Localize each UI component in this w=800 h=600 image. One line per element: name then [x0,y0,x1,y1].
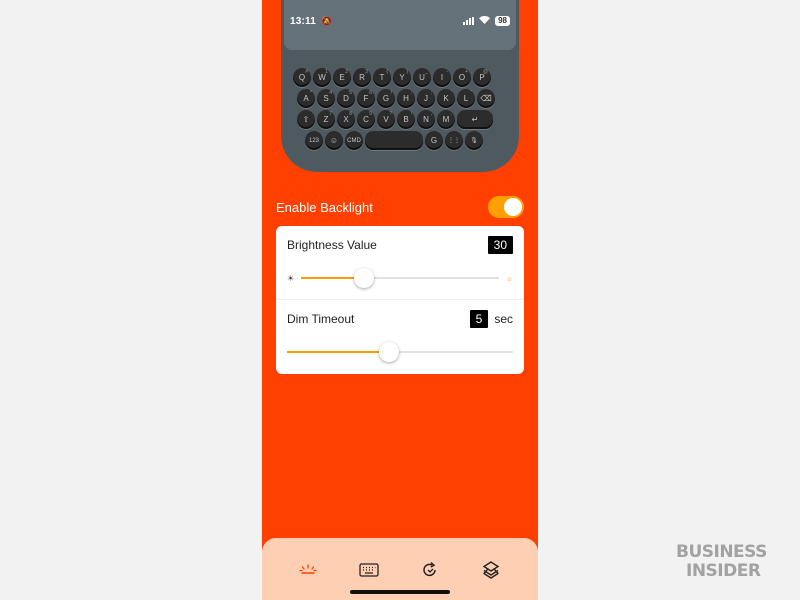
enable-backlight-label: Enable Backlight [276,199,373,215]
key-c[interactable]: C9 [357,110,375,129]
backlight-icon[interactable] [296,558,320,582]
dim-timeout-slider-thumb[interactable] [378,342,399,362]
dim-timeout-slider-fill [287,351,389,353]
keyboard-device: 13:11 🔕 98 Q # W 1 E 2 R 3 T(Y) U _ I - O + P @ A * S 4 D 5 F 6 G… [281,0,519,172]
key-a[interactable]: A * [297,89,315,108]
key-g[interactable]: G [425,131,443,150]
brightness-title: Brightness Value [287,238,377,252]
device-screen: 13:11 🔕 98 [284,0,516,50]
bottom-tab-bar [262,538,538,600]
key-e[interactable]: E2 [333,68,351,87]
key-v[interactable]: V? [377,110,395,129]
key-i[interactable]: I- [433,68,451,87]
key-g[interactable]: G / [377,89,395,108]
keyboard-row: ⇧ Z 7 X 8 C 9 V? B! N, M. ↵ [293,110,507,129]
key-⇧[interactable]: ⇧ [297,110,315,129]
key-⌫[interactable]: ⌫ [477,89,495,108]
sun-dim-icon: ☀ [287,273,295,283]
brightness-slider-thumb[interactable] [354,268,375,288]
key-⋮⋮[interactable]: ⋮⋮ [445,131,463,150]
cellular-signal-icon [463,17,475,25]
dim-timeout-slider[interactable] [287,342,513,362]
refresh-icon[interactable] [418,558,442,582]
key-🎙[interactable]: 🎙 [465,131,483,150]
key-j[interactable]: J; [417,89,435,108]
backlight-settings-card: Brightness Value 30 ☀ ☼ Dim Timeout 5 se… [276,226,524,374]
dim-timeout-unit: sec [494,312,513,326]
keyboard-row: 123 ☺ CMD G ⋮⋮ 🎙 [293,131,507,150]
status-bar: 13:11 🔕 98 [284,13,516,29]
phone-screen: 13:11 🔕 98 Q # W 1 E 2 R 3 T(Y) U _ I - O + P @ A * S 4 D 5 F 6 G… [262,0,538,600]
wifi-icon [479,16,491,26]
logo-line-1: BUSINESS [676,542,767,562]
brightness-value[interactable]: 30 [487,236,513,254]
key-d[interactable]: D5 [337,89,355,108]
key-u[interactable]: U _ [413,68,431,87]
key-z[interactable]: Z7 [317,110,335,129]
mute-bell-icon: 🔕 [321,15,333,26]
key-s[interactable]: S4 [317,89,335,108]
key-x[interactable]: X8 [337,110,355,129]
key-↵[interactable]: ↵ [457,110,493,129]
brightness-section: Brightness Value 30 ☀ ☼ [276,226,524,300]
key-r[interactable]: R3 [353,68,371,87]
toggle-knob [504,198,522,216]
key-b[interactable]: B! [397,110,415,129]
key-cmd[interactable]: CMD [345,131,363,150]
physical-keyboard: Q # W 1 E 2 R 3 T(Y) U _ I - O + P @ A * S 4 D 5 F 6 G / H: J; K ' L " ⌫ ⇧… [293,68,507,152]
keyboard-row: A * S 4 D 5 F 6 G / H: J; K ' L " ⌫ [293,89,507,108]
key-m[interactable]: M. [437,110,455,129]
key-w[interactable]: W1 [313,68,331,87]
status-time: 13:11 [290,15,317,27]
key-q[interactable]: Q # [293,68,311,87]
key-k[interactable]: K ' [437,89,455,108]
battery-indicator: 98 [495,16,510,26]
key-l[interactable]: L " [457,89,475,108]
enable-backlight-row: Enable Backlight [276,196,524,218]
key-p[interactable]: P @ [473,68,491,87]
shortcuts-icon[interactable] [479,558,503,582]
key-space[interactable] [365,131,423,150]
home-indicator [350,590,450,594]
logo-line-2: INSIDER [686,561,761,581]
key-123[interactable]: 123 [305,131,323,150]
dim-timeout-section: Dim Timeout 5 sec [276,300,524,374]
key-o[interactable]: O + [453,68,471,87]
key-h[interactable]: H: [397,89,415,108]
key-☺[interactable]: ☺ [325,131,343,150]
business-insider-logo: BUSINESS INSIDER [676,543,786,581]
key-t[interactable]: T( [373,68,391,87]
keyboard-row: Q # W 1 E 2 R 3 T(Y) U _ I - O + P @ [293,68,507,87]
backlight-toggle[interactable] [488,196,524,218]
key-y[interactable]: Y) [393,68,411,87]
sun-bright-icon: ☼ [505,273,513,283]
brightness-slider[interactable] [301,268,499,288]
dim-timeout-title: Dim Timeout [287,312,355,326]
key-f[interactable]: F6 [357,89,375,108]
dim-timeout-value[interactable]: 5 [469,310,489,328]
keyboard-icon[interactable] [357,558,381,582]
key-n[interactable]: N, [417,110,435,129]
